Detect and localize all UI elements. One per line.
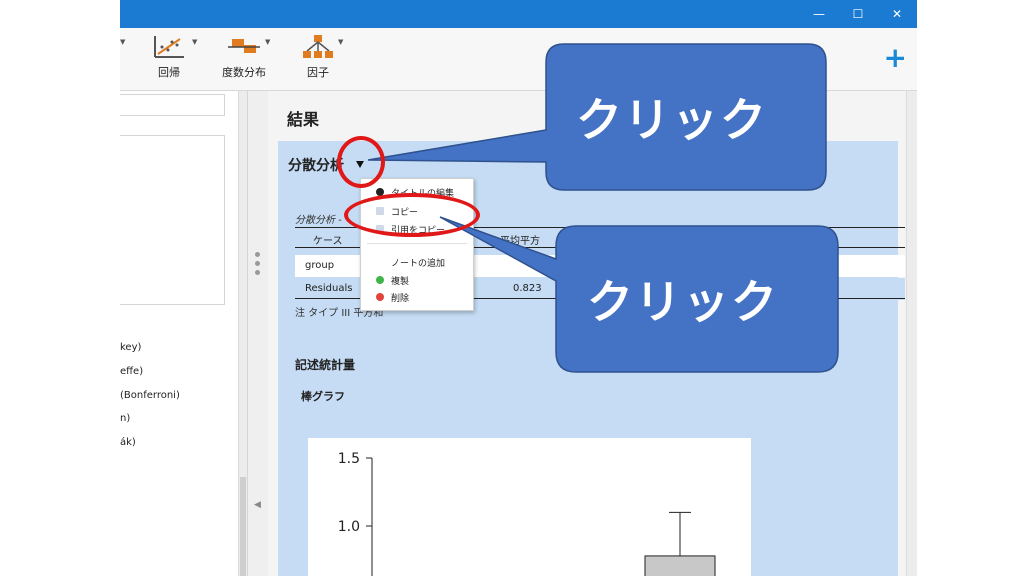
callout-label: クリック <box>576 93 768 147</box>
callout-label: クリック <box>587 275 779 329</box>
highlight-ring-copy <box>344 193 480 237</box>
annotation-overlay <box>367 43 839 373</box>
highlight-ring-dropdown <box>337 136 385 188</box>
